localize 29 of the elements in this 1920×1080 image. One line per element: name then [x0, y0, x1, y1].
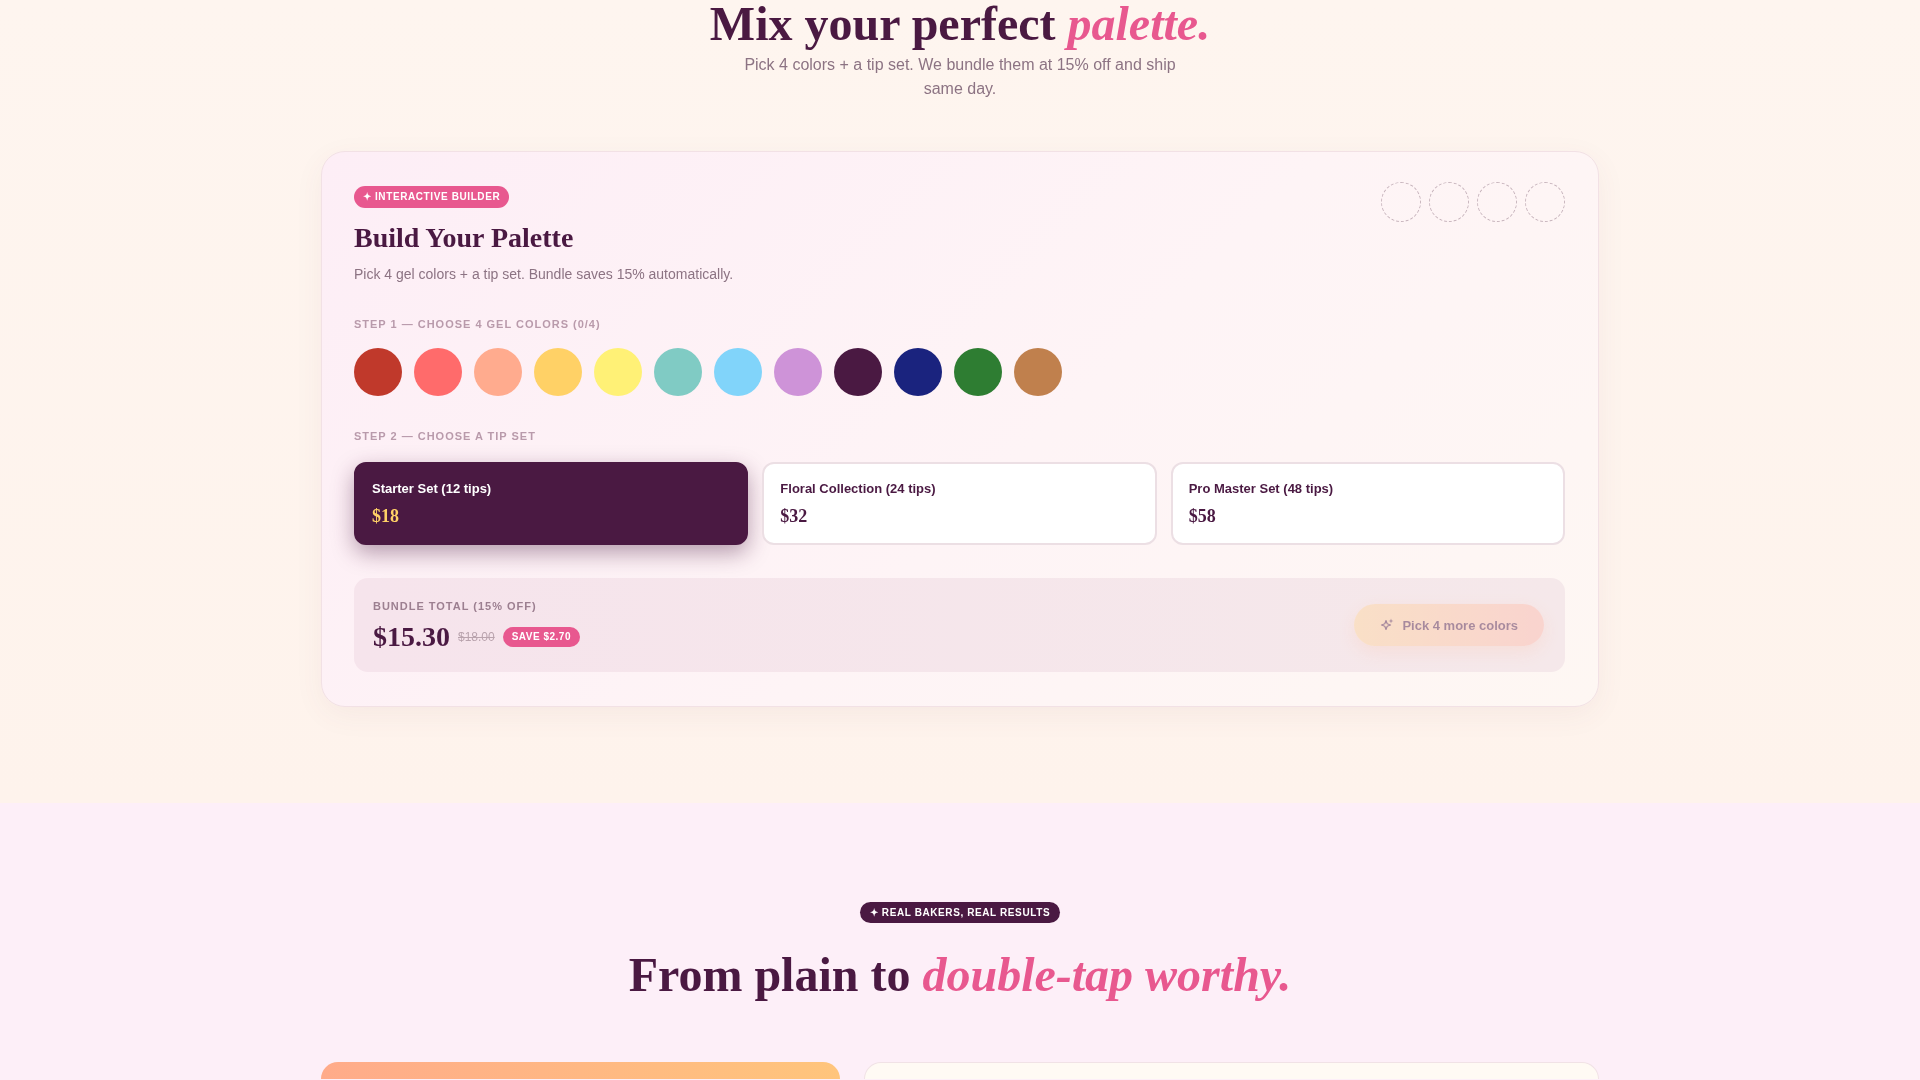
- tip-set-option[interactable]: Floral Collection (24 tips) $32: [762, 462, 1157, 545]
- swatch-icon[interactable]: [414, 348, 462, 396]
- original-price: $18.00: [458, 628, 495, 645]
- swatch-icon[interactable]: [774, 348, 822, 396]
- section-heading: From plain to double-tap worthy.: [628, 947, 1292, 1003]
- step-label: STEP 2 — CHOOSE A TIP SET: [354, 429, 536, 444]
- section-badge: ✦ REAL BAKERS, REAL RESULTS: [859, 902, 1061, 923]
- swatch-icon[interactable]: [354, 348, 402, 396]
- page-subtitle: Pick 4 colors + a tip set. We bundle them at 15% off and ship same day.: [743, 55, 1177, 99]
- swatch-icon[interactable]: [594, 348, 642, 396]
- bundle-price: $15.30: [373, 620, 450, 653]
- sparkle-icon: [1380, 618, 1395, 632]
- page-heading: Mix your perfect palette.: [709, 0, 1211, 48]
- swatch-icon[interactable]: [654, 348, 702, 396]
- swatch-icon[interactable]: [834, 348, 882, 396]
- tip-set-option[interactable]: Pro Master Set (48 tips) $58: [1170, 462, 1565, 545]
- builder-title: Build Your Palette: [354, 221, 574, 255]
- swatch-icon[interactable]: [1014, 348, 1062, 396]
- builder-badge: ✦ INTERACTIVE BUILDER: [354, 186, 510, 208]
- swatch-icon[interactable]: [894, 348, 942, 396]
- savings-badge: SAVE $2.70: [502, 626, 580, 647]
- tip-set-option[interactable]: Starter Set (12 tips) $18: [354, 462, 749, 545]
- step-label: STEP 1 — CHOOSE 4 GEL COLORS (0/4): [354, 317, 601, 332]
- swatch-icon[interactable]: [534, 348, 582, 396]
- swatch-icon[interactable]: [714, 348, 762, 396]
- bundle-label: BUNDLE TOTAL (15% OFF): [373, 598, 537, 614]
- swatch-icon[interactable]: [954, 348, 1002, 396]
- builder-description: Pick 4 gel colors + a tip set. Bundle saves 15% automatically.: [354, 265, 734, 284]
- swatch-icon[interactable]: [474, 348, 522, 396]
